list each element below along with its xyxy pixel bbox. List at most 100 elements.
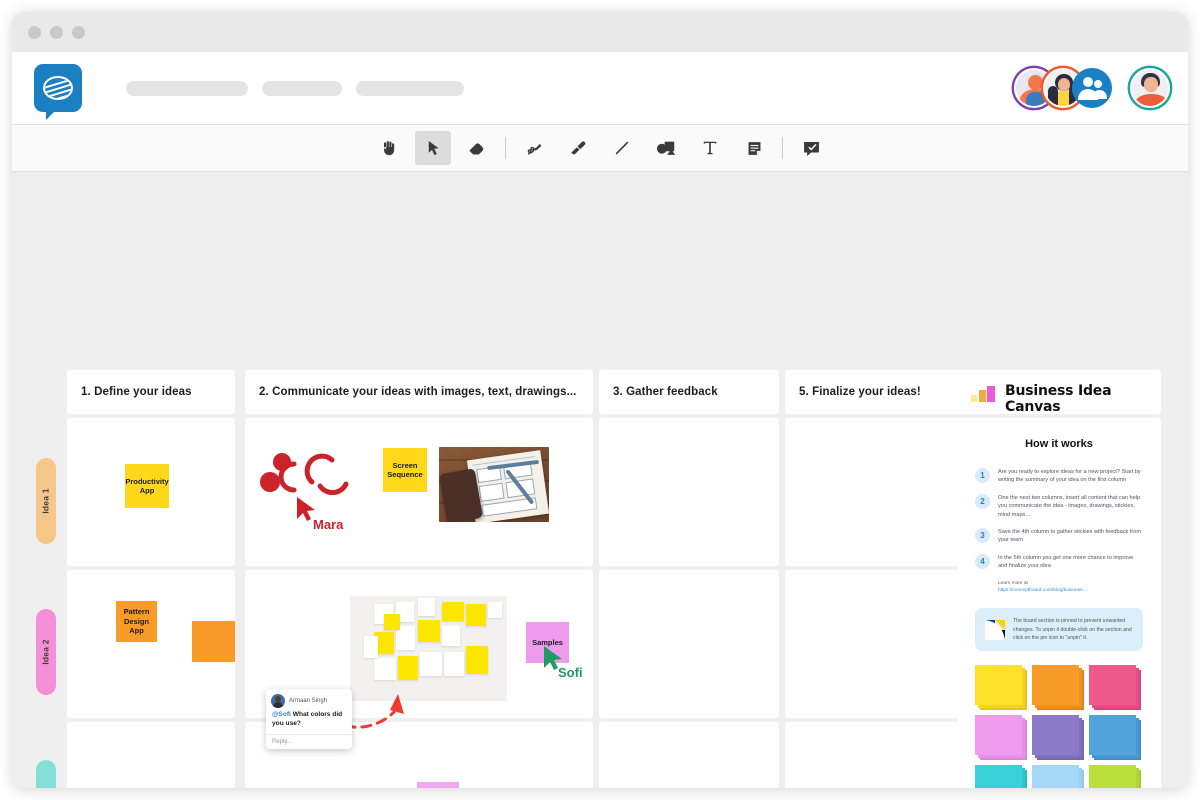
nav-placeholder-2[interactable] [262,80,342,96]
row-label-idea-2-text: Idea 2 [41,639,51,665]
pin-section-icon [985,619,1005,640]
window-titlebar [12,12,1188,52]
step-4-text: In the 5th column you get one more chanc… [998,554,1134,570]
comment-bubble[interactable]: Armaan Singh @Sofi What colors did you u… [266,689,352,749]
tool-comment-icon[interactable] [793,131,829,165]
step-1-number: 1 [975,468,990,483]
cursor-sofi: Sofi [542,644,583,680]
panel-header[interactable]: Business Idea Canvas [957,370,1161,415]
column-header-5-text: 5. Finalize your ideas! [799,386,921,398]
swatch-blue[interactable] [1089,715,1141,761]
logo-mark-icon [43,76,73,100]
app-header [12,52,1188,124]
learn-more-block: Learn more at https://conceptboard.com/b… [998,580,1143,595]
nav-placeholder-1[interactable] [126,80,248,96]
swatch-magenta[interactable] [975,715,1027,761]
window-minimize-button[interactable] [50,25,63,39]
toolbar-separator-1 [505,137,506,159]
tool-marker-icon[interactable] [560,131,596,165]
sticky-productivity-app-text: Productivity App [125,476,169,495]
column-header-3[interactable]: 3. Gather feedback [599,370,779,414]
row-label-idea-2[interactable]: Idea 2 [36,609,56,695]
tool-hand-icon[interactable] [371,131,407,165]
column-header-3-text: 3. Gather feedback [613,386,718,398]
swatch-orange[interactable] [1032,665,1084,711]
sticky-blank-orange[interactable] [192,621,235,662]
column-header-1-text: 1. Define your ideas [81,386,192,398]
swatch-turquoise[interactable] [975,765,1027,788]
business-idea-canvas-logo-icon [971,386,995,402]
learn-more-url[interactable]: https://conceptboard.com/blog/business-.… [998,587,1143,594]
window-close-button[interactable] [28,25,41,39]
sticky-productivity-app[interactable]: Productivity App [125,464,169,508]
board-canvas[interactable]: Idea 1 Idea 2 Idea 3 1. Define your idea… [12,172,1188,788]
step-3-text: Save the 4th column to gather stickies w… [998,528,1142,544]
how-it-works-step-1: 1 Are you ready to explore ideas for a n… [975,468,1143,485]
column-header-5[interactable]: 5. Finalize your ideas! [785,370,963,414]
column-header-1[interactable]: 1. Define your ideas [67,370,235,414]
step-1-text: Are you ready to explore ideas for a new… [998,469,1141,484]
pinned-section-notice: The board section is pinned to prevent u… [975,608,1143,652]
sticky-color-palette [975,665,1143,788]
pinned-section-text: The board section is pinned to prevent u… [1013,618,1132,641]
swatch-lime[interactable] [1089,765,1141,788]
browser-window: Idea 1 Idea 2 Idea 3 1. Define your idea… [12,12,1188,788]
header-right-group [1014,68,1170,108]
info-panel: How it works 1 Are you ready to explore … [957,418,1161,788]
comment-reply-input[interactable]: Reply... [266,733,352,749]
comment-header: Armaan Singh [266,689,352,711]
drawing-toolbar [12,124,1188,172]
swatch-lightblue[interactable] [1032,765,1084,788]
comment-text: @Sofi What colors did you use? [266,711,352,734]
tool-shapes-icon[interactable] [648,131,684,165]
cell-c5-r3[interactable] [785,722,963,788]
comment-mention[interactable]: @Sofi [272,711,291,718]
collaborator-avatars [1014,68,1170,108]
row-label-idea-1[interactable]: Idea 1 [36,458,56,544]
row-label-idea-1-text: Idea 1 [41,488,51,514]
step-2-number: 2 [975,493,990,509]
tool-pen-icon[interactable] [516,131,552,165]
header-nav-placeholders [126,80,464,96]
cursor-mara-label: Mara [313,517,344,532]
tool-select-icon[interactable] [415,131,451,165]
image-sketch-notebook[interactable] [439,447,549,522]
how-it-works-step-2: 2 One the next two columns, insert all c… [975,493,1143,519]
current-user-avatar[interactable] [1130,68,1170,108]
sticky-pattern-design-app[interactable]: Pattern Design App [116,601,157,642]
nav-placeholder-3[interactable] [356,80,464,96]
row-label-idea-3[interactable]: Idea 3 [36,760,56,788]
swatch-yellow[interactable] [975,665,1027,711]
panel-title-text: Business Idea Canvas [1005,383,1112,415]
comment-author-name: Armaan Singh [289,698,328,704]
sticky-screen-sequence-text: Screen Sequence [387,460,423,479]
cursor-sofi-label: Sofi [558,665,583,680]
invite-users-button[interactable] [1072,68,1112,108]
cursor-mara: Mara [295,495,343,532]
tool-eraser-icon[interactable] [459,131,495,165]
sticky-blank-pink[interactable] [417,782,459,788]
tool-line-icon[interactable] [604,131,640,165]
window-maximize-button[interactable] [72,25,85,39]
cell-c3-r1[interactable] [599,418,779,566]
swatch-purple[interactable] [1032,715,1084,761]
column-header-2[interactable]: 2. Communicate your ideas with images, t… [245,370,593,414]
how-it-works-title: How it works [1023,438,1095,450]
step-4-number: 4 [975,553,990,569]
learn-more-label: Learn more at [998,580,1028,586]
tool-text-icon[interactable] [692,131,728,165]
cell-c1-r3[interactable] [67,722,235,788]
cell-c3-r2[interactable] [599,570,779,718]
column-header-2-text: 2. Communicate your ideas with images, t… [259,386,577,398]
conceptboard-logo[interactable] [34,64,82,120]
how-it-works-step-3: 3 Save the 4th column to gather stickies… [975,527,1143,545]
cell-c3-r3[interactable] [599,722,779,788]
cell-c5-r2[interactable] [785,570,963,718]
sticky-screen-sequence[interactable]: Screen Sequence [383,448,427,492]
comment-author-avatar [271,694,285,708]
tool-sticky-note-icon[interactable] [736,131,772,165]
swatch-pink[interactable] [1089,665,1141,711]
step-3-number: 3 [975,527,990,543]
how-it-works-step-4: 4 In the 5th column you get one more cha… [975,553,1143,571]
cell-c5-r1[interactable] [785,418,963,566]
